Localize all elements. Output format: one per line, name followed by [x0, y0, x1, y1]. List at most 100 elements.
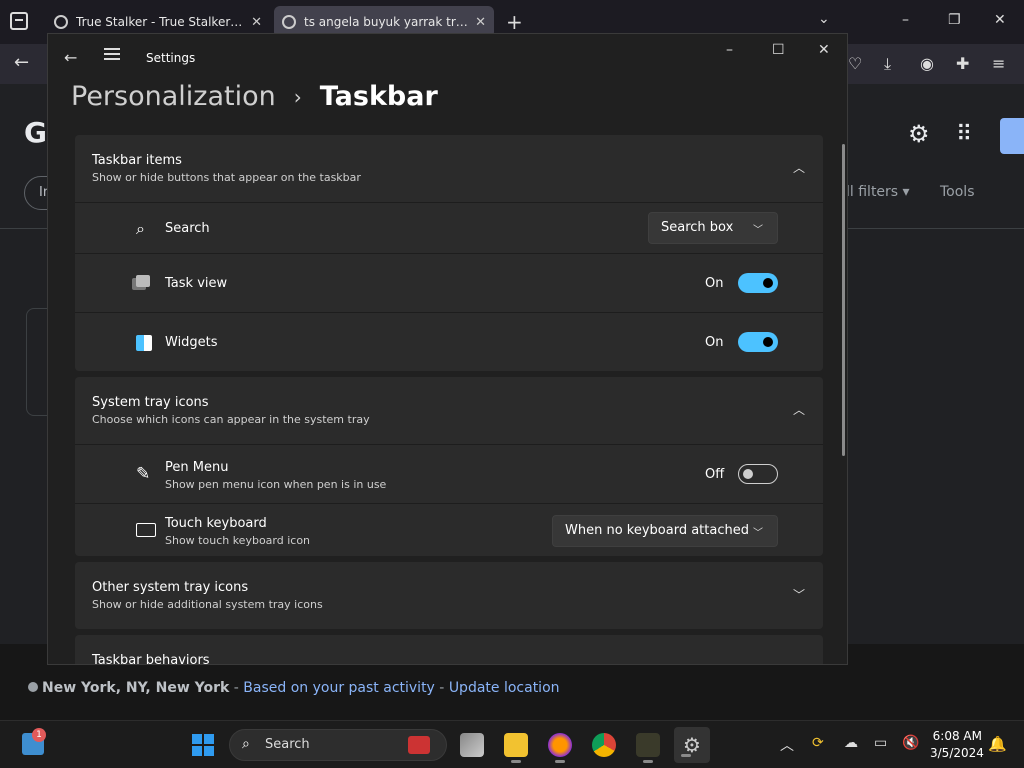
- dropdown-value: Search box: [661, 220, 734, 235]
- cloud-offline-icon[interactable]: ☁: [844, 735, 858, 751]
- widgets-label: Widgets: [165, 335, 218, 350]
- other-tray-header[interactable]: Other system tray icons Show or hide add…: [75, 562, 823, 629]
- chevron-up-icon[interactable]: ︿: [793, 401, 805, 418]
- search-icon: ⌕: [242, 736, 250, 752]
- clock-time[interactable]: 6:08 AM: [930, 729, 982, 743]
- tab-title: True Stalker - True Stalker - AP: [76, 15, 246, 29]
- app-menu-icon[interactable]: ≡: [992, 54, 1005, 73]
- task-view-taskbar-icon[interactable]: [460, 733, 484, 757]
- chevron-down-icon[interactable]: ﹀: [793, 586, 805, 603]
- start-windows-icon[interactable]: [192, 734, 214, 756]
- settings-gear-icon[interactable]: ⚙: [674, 727, 710, 763]
- new-tab-button[interactable]: +: [506, 10, 523, 34]
- toggle-state-label: On: [705, 335, 724, 350]
- browser-close-button[interactable]: ✕: [994, 12, 1006, 28]
- maximize-button[interactable]: ☐: [772, 42, 785, 58]
- tab-favicon-icon: [54, 15, 68, 29]
- settings-window: ← Settings – ☐ ✕ Personalization › Taskb…: [47, 33, 848, 665]
- task-view-row: Task view On: [75, 253, 823, 312]
- task-view-label: Task view: [165, 276, 228, 291]
- breadcrumb-personalization[interactable]: Personalization: [71, 81, 276, 112]
- dropdown-value: When no keyboard attached: [565, 523, 749, 538]
- search-row: ⌕ Search Search box ﹀: [75, 202, 823, 253]
- close-tab-icon[interactable]: ✕: [475, 15, 486, 30]
- taskbar-behaviors-header[interactable]: Taskbar behaviors ﹀: [75, 635, 823, 665]
- group-title: Taskbar items: [92, 153, 182, 168]
- group-title: Taskbar behaviors: [92, 653, 210, 665]
- widgets-toggle[interactable]: [738, 332, 778, 352]
- search-label: Search: [165, 221, 210, 236]
- search-icon: ⌕: [136, 219, 145, 238]
- group-subtitle: Show or hide additional system tray icon…: [92, 598, 323, 611]
- all-filters-button[interactable]: ll filters ▾: [846, 184, 910, 200]
- google-logo[interactable]: G: [24, 116, 47, 149]
- based-on-activity-link[interactable]: Based on your past activity: [243, 680, 435, 696]
- hamburger-menu-icon[interactable]: [104, 48, 120, 60]
- browser-minimize-button[interactable]: –: [902, 12, 909, 28]
- taskbar-search-box[interactable]: ⌕ Search: [229, 729, 447, 761]
- scrollbar[interactable]: [842, 144, 845, 456]
- touch-keyboard-row: Touch keyboard Show touch keyboard icon …: [75, 503, 823, 556]
- sign-in-button[interactable]: [1000, 118, 1024, 154]
- group-subtitle: Show or hide buttons that appear on the …: [92, 171, 361, 184]
- back-arrow-icon[interactable]: ←: [64, 48, 77, 67]
- breadcrumb: Personalization › Taskbar: [71, 81, 438, 112]
- chevron-up-icon[interactable]: ︿: [793, 159, 805, 176]
- pen-menu-toggle[interactable]: [738, 464, 778, 484]
- toggle-knob: [763, 278, 773, 288]
- stalker-game-icon[interactable]: [636, 733, 660, 763]
- toggle-state-label: On: [705, 276, 724, 291]
- task-view-icon: [136, 275, 150, 287]
- account-icon[interactable]: ◉: [920, 54, 934, 73]
- close-tab-icon[interactable]: ✕: [251, 15, 262, 30]
- volume-muted-icon[interactable]: 🔇: [902, 735, 919, 751]
- task-view-toggle[interactable]: [738, 273, 778, 293]
- toggle-knob: [743, 469, 753, 479]
- search-highlight-icon: [408, 736, 430, 754]
- extensions-icon[interactable]: ✚: [956, 54, 969, 73]
- search-placeholder: Search: [265, 737, 310, 752]
- touch-keyboard-sub: Show touch keyboard icon: [165, 534, 311, 547]
- browser-restore-button[interactable]: ❐: [948, 12, 961, 28]
- chevron-down-icon[interactable]: ﹀: [793, 661, 805, 664]
- breadcrumb-separator: ›: [293, 84, 302, 109]
- notification-bell-icon[interactable]: 🔔: [988, 735, 1007, 753]
- apps-grid-icon[interactable]: ⠿: [956, 122, 972, 147]
- close-button[interactable]: ✕: [818, 42, 830, 58]
- location-city: New York, NY, New York: [42, 680, 230, 696]
- group-title: System tray icons: [92, 395, 209, 410]
- show-hidden-icons-chevron-icon[interactable]: ︿: [780, 735, 794, 755]
- group-title: Other system tray icons: [92, 580, 249, 595]
- pocket-icon[interactable]: ♡: [848, 54, 862, 73]
- chrome-icon[interactable]: [592, 733, 616, 757]
- clock-date[interactable]: 3/5/2024: [930, 746, 984, 760]
- minimize-button[interactable]: –: [726, 42, 733, 58]
- location-line: New York, NY, New York - Based on your p…: [28, 680, 560, 696]
- firefox-icon[interactable]: [548, 733, 572, 763]
- taskbar-items-header[interactable]: Taskbar items Show or hide buttons that …: [75, 135, 823, 202]
- chevron-down-icon: ﹀: [753, 225, 763, 236]
- browser-back-icon[interactable]: ←: [14, 52, 29, 73]
- page-title: Taskbar: [319, 81, 438, 112]
- touch-keyboard-dropdown[interactable]: When no keyboard attached ﹀: [552, 515, 778, 547]
- list-all-tabs-button[interactable]: ⌄: [818, 11, 830, 27]
- widgets-icon: [136, 335, 152, 351]
- touch-keyboard-label: Touch keyboard: [165, 516, 267, 531]
- widgets-row: Widgets On: [75, 312, 823, 371]
- search-mode-dropdown[interactable]: Search box ﹀: [648, 212, 778, 244]
- windows-taskbar: 1 ⌕ Search ⚙ ︿ ⟳ ☁ ▭ 🔇 6:08 AM 3/5/2024 …: [0, 720, 1024, 768]
- downloads-icon[interactable]: ⤓: [884, 54, 891, 74]
- pen-menu-sub: Show pen menu icon when pen is in use: [165, 478, 387, 491]
- chevron-down-icon: ﹀: [753, 528, 763, 539]
- file-explorer-icon[interactable]: [504, 733, 528, 763]
- update-location-link[interactable]: Update location: [449, 680, 560, 696]
- tab-overview-icon[interactable]: [10, 12, 28, 30]
- system-tray-header[interactable]: System tray icons Choose which icons can…: [75, 377, 823, 444]
- network-icon[interactable]: ▭: [874, 735, 887, 751]
- sync-icon[interactable]: ⟳: [812, 735, 824, 751]
- gear-icon[interactable]: ⚙: [908, 120, 930, 148]
- keyboard-icon: [136, 523, 156, 537]
- google-favicon-icon: [282, 15, 296, 29]
- tools-button[interactable]: Tools: [940, 184, 975, 200]
- window-title: Settings: [146, 51, 196, 65]
